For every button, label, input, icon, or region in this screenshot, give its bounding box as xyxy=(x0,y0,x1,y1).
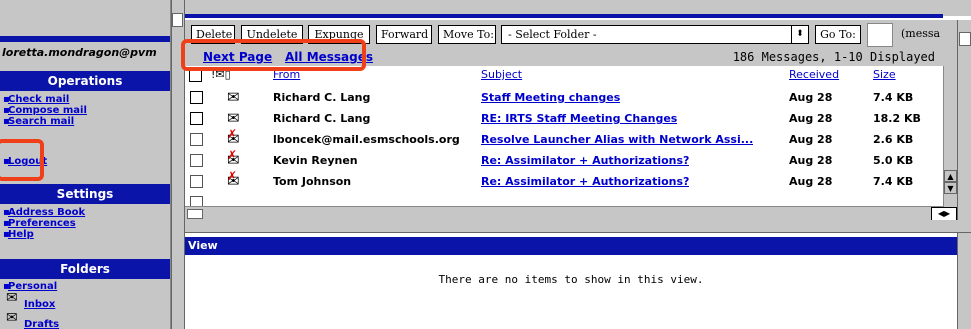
scroll-thumb[interactable] xyxy=(187,209,203,219)
frame-splitter-horizontal[interactable] xyxy=(185,220,971,233)
address-book-label: Address Book xyxy=(8,207,86,218)
grip-icon[interactable] xyxy=(172,13,183,27)
search-mail-link[interactable]: ▪Search mail xyxy=(3,116,74,127)
search-mail-label: Search mail xyxy=(8,116,75,127)
go-to-button[interactable]: Go To: xyxy=(815,25,861,44)
deleted-envelope-icon: ✉ ✗ xyxy=(227,148,240,169)
pager-highlight xyxy=(181,39,366,71)
sidebar-top-band xyxy=(0,36,170,42)
preferences-link[interactable]: ▪Preferences xyxy=(3,218,76,229)
scroll-up-arrow-icon[interactable]: ▲ xyxy=(944,170,957,182)
size-cell: 7.4 KB xyxy=(873,91,914,104)
deleted-envelope-icon: ✉ ✗ xyxy=(227,169,240,190)
row-checkbox[interactable] xyxy=(190,154,203,167)
row-checkbox[interactable] xyxy=(190,196,203,206)
from-cell: Richard C. Lang xyxy=(273,91,371,104)
size-column-header[interactable]: Size xyxy=(873,66,896,84)
forward-button[interactable]: Forward xyxy=(376,25,432,44)
received-column-header[interactable]: Received xyxy=(789,66,839,84)
row-checkbox[interactable] xyxy=(190,133,203,146)
table-row[interactable]: ✉ ✗ Tom Johnson Re: Assimilator + Authori… xyxy=(185,169,943,193)
message-list: !✉▯ From Subject Received Size ✉ Richard… xyxy=(185,66,943,206)
list-horizontal-scrollbar[interactable]: ◀▶ xyxy=(185,206,957,221)
row-checkbox[interactable] xyxy=(190,91,203,104)
received-cell: Aug 28 xyxy=(789,133,833,146)
deleted-envelope-icon: ✉ ✗ xyxy=(227,127,240,148)
scroll-left-right-arrows-icon[interactable]: ◀▶ xyxy=(931,207,957,221)
scroll-down-arrow-icon[interactable]: ▼ xyxy=(944,182,957,194)
size-cell: 2.6 KB xyxy=(873,133,914,146)
toolbar-overflow-text: (messa xyxy=(901,27,941,40)
table-row-partial[interactable] xyxy=(185,193,943,206)
message-count: 186 Messages, 1-10 Displayed xyxy=(732,50,935,64)
subject-link[interactable]: Resolve Launcher Alias with Network Assi… xyxy=(481,133,753,146)
row-checkbox[interactable] xyxy=(190,175,203,188)
table-row[interactable]: ✉ ✗ Kevin Reynen Re: Assimilator + Author… xyxy=(185,148,943,172)
received-cell: Aug 28 xyxy=(789,91,833,104)
subject-link[interactable]: Re: Assimilator + Authorizations? xyxy=(481,154,689,167)
top-band xyxy=(185,0,971,18)
inbox-folder-link[interactable]: Inbox xyxy=(24,299,55,310)
operations-header: Operations xyxy=(0,71,170,91)
view-header: View xyxy=(185,237,957,255)
received-cell: Aug 28 xyxy=(789,112,833,125)
folder-select[interactable]: - Select Folder - ⬍ xyxy=(501,25,809,44)
from-cell: lboncek@mail.esmschools.org xyxy=(273,133,460,146)
row-checkbox[interactable] xyxy=(190,112,203,125)
folders-header: Folders xyxy=(0,259,170,279)
help-link[interactable]: ▪Help xyxy=(3,229,34,240)
envelope-icon: ✉ xyxy=(6,290,18,306)
envelope-icon: ✉ xyxy=(6,310,18,326)
goto-input[interactable] xyxy=(867,23,893,47)
envelope-icon: ✉ xyxy=(227,88,240,106)
check-mail-label: Check mail xyxy=(8,94,70,105)
logout-highlight xyxy=(0,139,44,181)
move-to-button[interactable]: Move To: xyxy=(438,25,496,44)
table-row[interactable]: ✉ Richard C. Lang RE: IRTS Staff Meeting… xyxy=(185,109,943,130)
subject-column-header[interactable]: Subject xyxy=(481,66,522,84)
compose-mail-link[interactable]: ▪Compose mail xyxy=(3,105,87,116)
subject-link[interactable]: Re: Assimilator + Authorizations? xyxy=(481,175,689,188)
received-cell: Aug 28 xyxy=(789,175,833,188)
settings-header: Settings xyxy=(0,184,170,204)
size-cell: 5.0 KB xyxy=(873,154,914,167)
from-cell: Kevin Reynen xyxy=(273,154,358,167)
drafts-folder-link[interactable]: Drafts xyxy=(24,319,59,329)
envelope-icon: ✉ xyxy=(227,109,240,127)
compose-mail-label: Compose mail xyxy=(8,105,87,116)
top-accent-bar xyxy=(185,14,943,18)
right-frame-edge xyxy=(957,20,971,329)
table-row[interactable]: ✉ Richard C. Lang Staff Meeting changes … xyxy=(185,88,943,109)
from-cell: Richard C. Lang xyxy=(273,112,371,125)
select-arrows-icon: ⬍ xyxy=(791,26,808,43)
check-mail-link[interactable]: ▪Check mail xyxy=(3,94,69,105)
received-cell: Aug 28 xyxy=(789,154,833,167)
view-pane: View There are no items to show in this … xyxy=(185,233,957,329)
folder-select-value: - Select Folder - xyxy=(508,28,597,41)
list-vertical-scrollbar[interactable]: ▲ ▼ xyxy=(943,66,958,220)
size-cell: 7.4 KB xyxy=(873,175,914,188)
help-label: Help xyxy=(8,229,34,240)
size-cell: 18.2 KB xyxy=(873,112,921,125)
user-address: loretta.mondragon@pvm xyxy=(2,46,157,59)
from-cell: Tom Johnson xyxy=(273,175,352,188)
main-pane: Delete Undelete Expunge Forward Move To:… xyxy=(181,0,971,329)
sidebar: loretta.mondragon@pvm Operations ▪Check … xyxy=(0,0,171,329)
empty-view-message: There are no items to show in this view. xyxy=(438,273,704,286)
preferences-label: Preferences xyxy=(8,218,76,229)
table-row[interactable]: ✉ ✗ lboncek@mail.esmschools.org Resolve L… xyxy=(185,127,943,151)
subject-link[interactable]: Staff Meeting changes xyxy=(481,91,620,104)
grip-icon[interactable] xyxy=(959,32,971,46)
subject-link[interactable]: RE: IRTS Staff Meeting Changes xyxy=(481,112,677,125)
address-book-link[interactable]: ▪Address Book xyxy=(3,207,85,218)
